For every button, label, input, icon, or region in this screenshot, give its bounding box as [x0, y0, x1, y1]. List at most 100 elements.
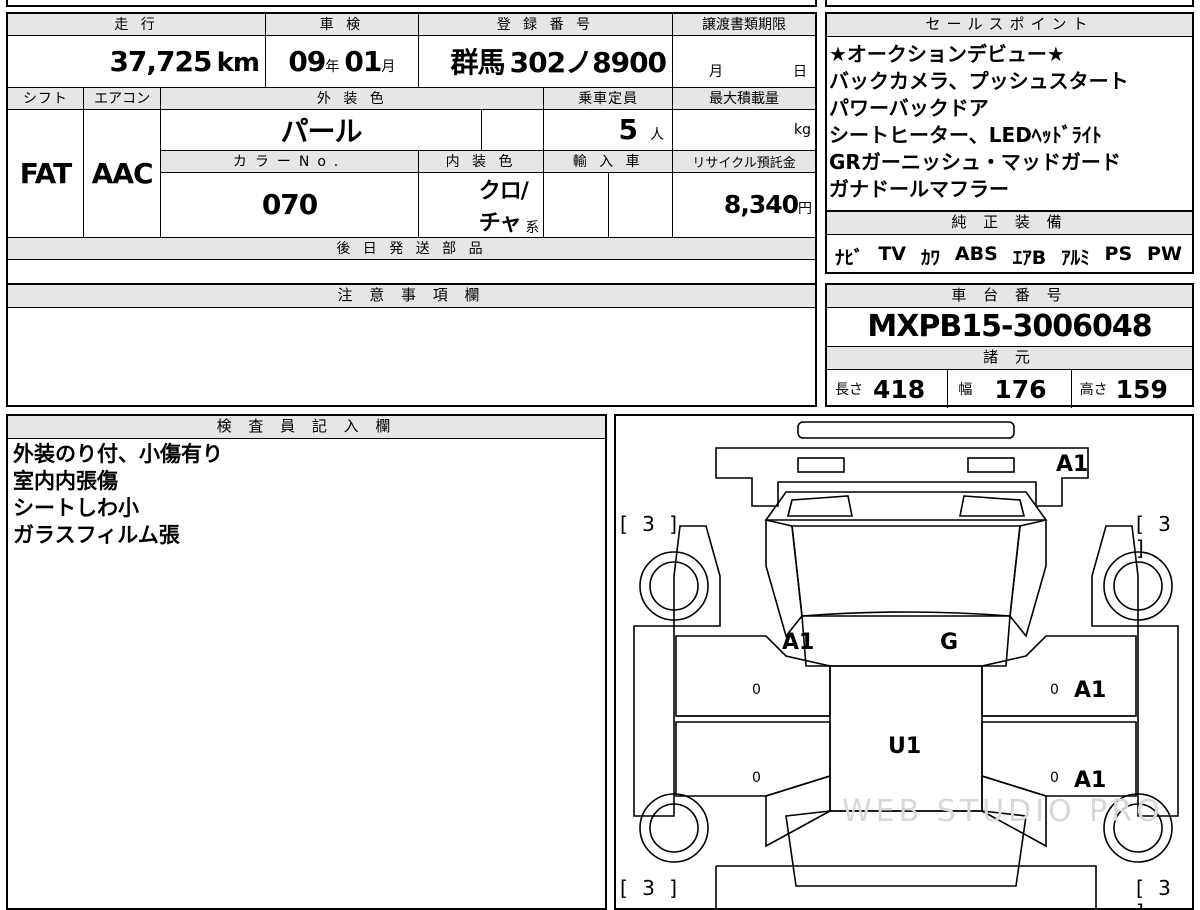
sales-line: ★オークションデビュー★: [829, 42, 1065, 66]
import-cell-2: [608, 171, 674, 238]
watermark: WEB STUDIO PRO: [842, 794, 1164, 829]
door-mark-left-front: 0: [752, 682, 761, 698]
equipment-header: 純 正 装 備: [827, 212, 1192, 235]
tire-tread-front-left: [ 3 ]: [620, 512, 682, 536]
chassis-box: 車 台 番 号 MXPB15-3006048 諸 元 長さ 418 幅 176 …: [825, 283, 1194, 408]
door-mark-right-front: 0: [1050, 682, 1059, 698]
tire-tread-front-right: [ 3 ]: [1136, 512, 1175, 560]
reg-area: 群馬: [450, 46, 506, 79]
header-import: 輸 入 車: [543, 149, 674, 173]
notes-box: 注 意 事 項 欄: [6, 283, 817, 407]
damage-diagram-box: [ 3 ] [ 3 ] [ 3 ] [ 3 ] A1 A1 G U1 A1 A1…: [614, 414, 1194, 910]
damage-rear-right: A1: [1056, 452, 1089, 477]
int-color-suffix: 系: [525, 219, 540, 236]
maxload-unit: kg: [672, 108, 817, 151]
header-transfer: 譲渡書類期限: [672, 12, 817, 36]
equip-item: ｱﾙﾐ: [1061, 247, 1090, 269]
equip-item: ｴｱB: [1012, 247, 1047, 269]
car-outline-diagram: [633, 421, 1179, 908]
sales-line: ガナドールマフラー: [829, 177, 1009, 201]
width-value: 176: [994, 374, 1047, 404]
equip-item: ﾅﾋﾞ: [835, 247, 864, 269]
capacity-unit: 人: [650, 127, 665, 143]
recycle-value: 8,340: [723, 190, 799, 219]
header-shift: シフト: [6, 86, 84, 110]
remark-line: シートしわ小: [13, 496, 139, 520]
equip-item: ｶﾜ: [921, 247, 941, 269]
recycle-cell: 8,340円: [672, 171, 817, 238]
damage-right-rear-door: A1: [1074, 768, 1107, 793]
int-color-cell: クロ/チャ 系: [417, 171, 545, 238]
transfer-month: 月: [709, 63, 724, 80]
equip-item: TV: [878, 243, 907, 265]
shift-value: FAT: [6, 108, 84, 238]
inspection-year: 09: [288, 44, 326, 78]
top-strip: [6, 0, 817, 7]
specs-row: 長さ 418 幅 176 高さ 159: [827, 370, 1192, 408]
header-ext-color: 外 装 色: [160, 86, 545, 110]
header-parts: 後 日 発 送 部 品: [6, 236, 817, 260]
inspector-remarks: 外装のり付、小傷有り 室内内張傷 シートしわ小 ガラスフィルム張: [8, 439, 605, 549]
spec-width: 幅 176: [948, 370, 1072, 408]
ext-color-value: パール: [160, 108, 482, 151]
inspector-box: 検 査 員 記 入 欄 外装のり付、小傷有り 室内内張傷 シートしわ小 ガラスフ…: [6, 414, 607, 910]
header-recycle: リサイクル預託金: [672, 149, 817, 173]
equip-item: PW: [1147, 243, 1182, 265]
header-capacity: 乗車定員: [543, 86, 674, 110]
damage-hood-left: A1: [782, 630, 815, 655]
length-label: 長さ: [835, 382, 863, 398]
remark-line: 外装のり付、小傷有り: [13, 442, 223, 466]
remark-line: ガラスフィルム張: [13, 523, 180, 547]
length-value: 418: [873, 374, 926, 404]
int-color-value: クロ/チャ: [478, 178, 529, 236]
header-mileage: 走 行: [6, 12, 266, 36]
vehicle-info-table: 走 行 車 検 登 録 番 号 譲渡書類期限 37,725 km 09年 01月…: [6, 12, 817, 297]
header-color-no: カラーNo.: [160, 149, 419, 173]
header-registration: 登 録 番 号: [417, 12, 674, 36]
ext-color-extra: [480, 108, 545, 151]
remark-line: 室内内張傷: [13, 469, 118, 493]
registration-cell: 群馬 302ノ8900: [417, 34, 674, 88]
header-ac: エアコン: [82, 86, 162, 110]
transfer-cell: 月 日: [672, 34, 817, 88]
year-unit: 年: [325, 58, 340, 75]
inspection-month: 01: [344, 44, 382, 78]
equipment-list: ﾅﾋﾞ TV ｶﾜ ABS ｴｱB ｱﾙﾐ PS PW: [827, 235, 1192, 270]
transfer-day: 日: [793, 63, 807, 80]
damage-right-front-door: A1: [1074, 678, 1107, 703]
reg-number: 302ノ8900: [509, 46, 667, 79]
header-maxload: 最大積載量: [672, 86, 817, 110]
spec-length: 長さ 418: [827, 370, 949, 408]
top-strip-right: [825, 0, 1194, 7]
mileage-value: 37,725: [109, 44, 212, 78]
damage-roof: U1: [888, 734, 922, 759]
equipment-box: 純 正 装 備 ﾅﾋﾞ TV ｶﾜ ABS ｴｱB ｱﾙﾐ PS PW: [825, 210, 1194, 274]
inspection-cell: 09年 01月: [264, 34, 419, 88]
mileage-unit: km: [216, 47, 260, 78]
color-no-value: 070: [160, 171, 419, 238]
header-inspection: 車 検: [264, 12, 419, 36]
month-unit: 月: [381, 58, 396, 75]
door-mark-left-rear: 0: [752, 770, 761, 786]
chassis-number-value: MXPB15-3006048: [867, 309, 1152, 344]
sales-points-header: セールスポイント: [827, 14, 1192, 37]
ac-value: AAC: [82, 108, 162, 238]
chassis-number: MXPB15-3006048: [827, 308, 1192, 347]
tire-tread-rear-left: [ 3 ]: [620, 876, 682, 900]
equip-item: PS: [1104, 243, 1133, 265]
sales-points-box: セールスポイント ★オークションデビュー★ バックカメラ、プッシュスタート パワ…: [825, 12, 1194, 212]
import-cell-1: [543, 171, 610, 238]
mileage-cell: 37,725 km: [6, 34, 266, 88]
tire-tread-rear-right: [ 3 ]: [1136, 876, 1175, 908]
header-int-color: 内 装 色: [417, 149, 545, 173]
chassis-header: 車 台 番 号: [827, 285, 1192, 308]
inspector-header: 検 査 員 記 入 欄: [8, 416, 605, 439]
sales-line: バックカメラ、プッシュスタート: [829, 69, 1129, 93]
height-value: 159: [1115, 374, 1168, 404]
height-label: 高さ: [1079, 382, 1108, 398]
capacity-cell: 5 人: [543, 108, 674, 151]
recycle-unit: 円: [798, 201, 812, 217]
specs-header: 諸 元: [827, 347, 1192, 370]
sales-line: GRガーニッシュ・マッドガード: [829, 150, 1121, 174]
equip-item: ABS: [954, 243, 998, 265]
